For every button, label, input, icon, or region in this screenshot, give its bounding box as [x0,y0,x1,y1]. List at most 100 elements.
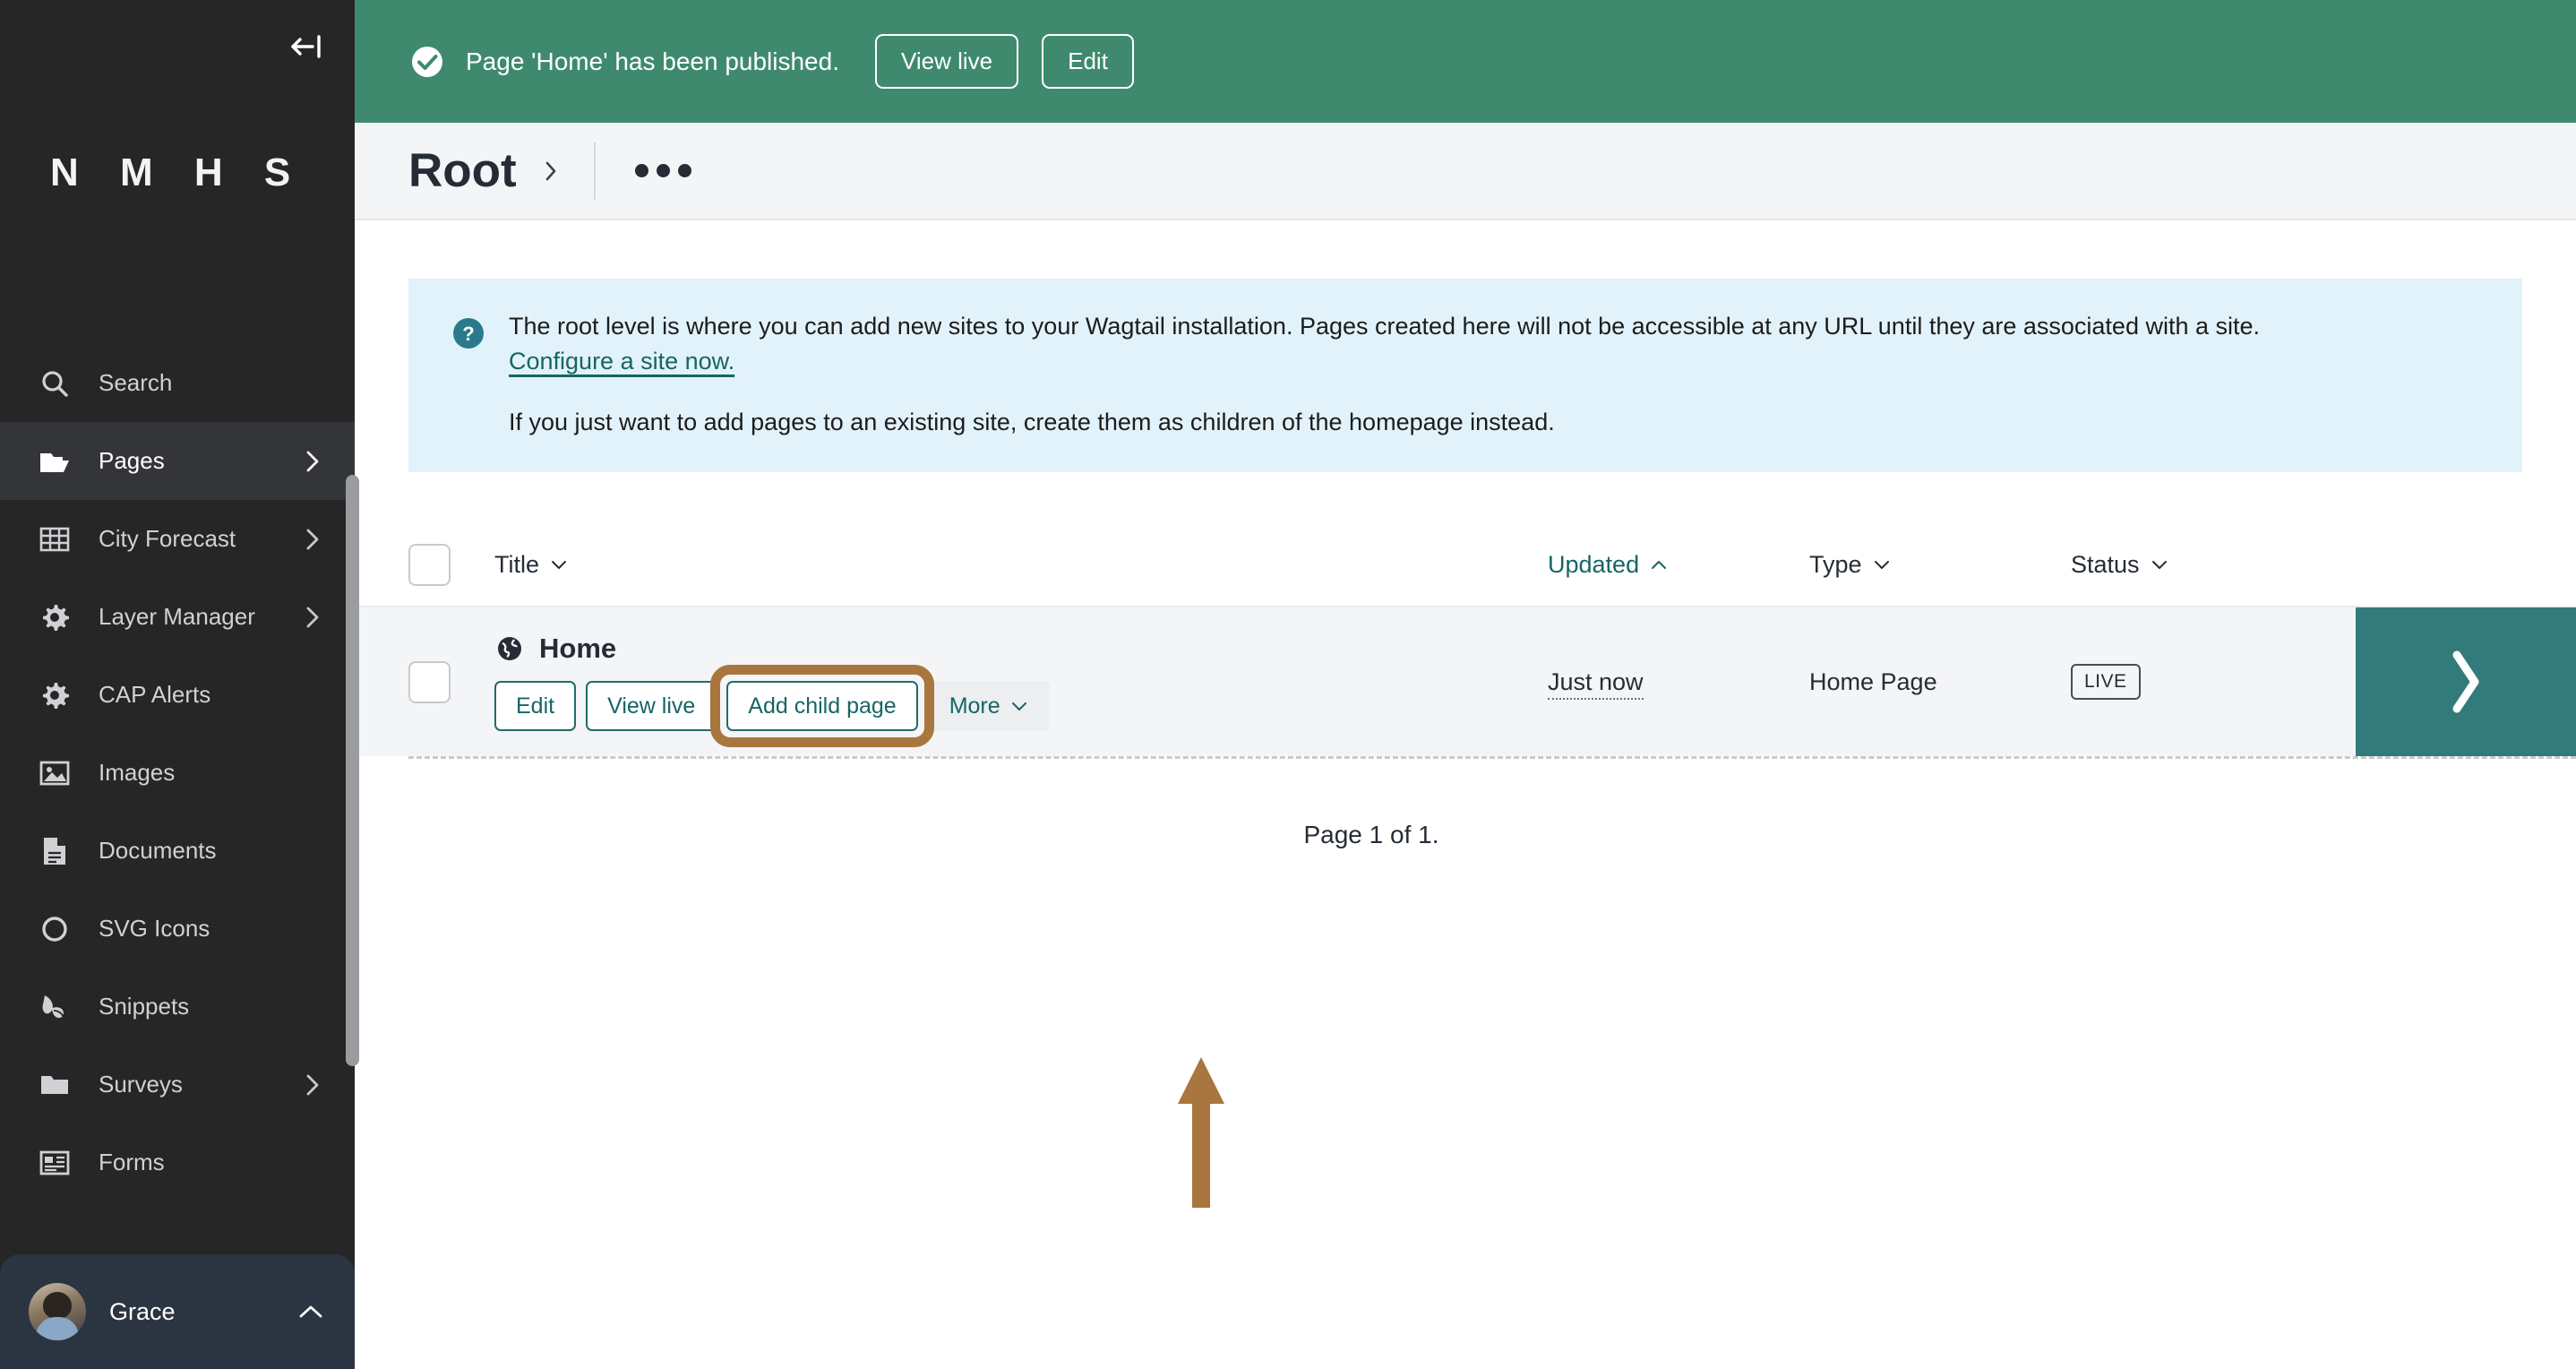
help-body: The root level is where you can add new … [509,309,2481,440]
configure-site-link[interactable]: Configure a site now. [509,348,734,375]
sidebar-nav: Search Pages City Forecast Layer Manager… [0,344,355,1254]
chevron-right-icon [301,528,324,551]
folder-open-icon [36,443,73,480]
updated-value: Just now [1548,667,1644,700]
help-question-icon: ? [450,314,487,352]
column-header-label: Type [1809,551,1862,579]
breadcrumb: Root [408,147,562,194]
chevron-right-icon [2452,650,2479,713]
row-status-cell: LIVE [2071,664,2332,701]
sidebar-header [0,0,355,106]
column-title: Title [494,551,1548,579]
circle-icon [36,910,73,948]
row-select-checkbox[interactable] [408,660,451,703]
collapse-left-icon[interactable] [287,27,326,66]
select-all-cell [408,544,494,587]
sidebar-item-cap-alerts[interactable]: CAP Alerts [0,656,355,734]
sidebar-item-surveys[interactable]: Surveys [0,1046,355,1124]
sidebar-item-documents[interactable]: Documents [0,812,355,890]
table-grid-icon [36,521,73,558]
content-area: ? The root level is where you can add ne… [355,220,2576,1369]
main-content: Page 'Home' has been published. View liv… [355,0,2576,1369]
banner-view-live-button[interactable]: View live [874,34,1019,89]
column-status: Status [2071,551,2332,579]
sort-status-button[interactable]: Status [2071,551,2168,579]
up-arrow-annotation [1178,1057,1224,1208]
more-actions-button[interactable]: More [927,681,1050,732]
sidebar-item-label: Snippets [99,993,190,1020]
view-live-button[interactable]: View live [586,681,717,732]
column-header-label: Status [2071,551,2140,579]
page-title: Root [408,144,517,197]
sidebar-item-label: Images [99,759,176,786]
chevron-up-icon [297,1298,324,1325]
cog-icon [36,598,73,636]
select-all-checkbox[interactable] [408,544,451,587]
user-name: Grace [109,1297,176,1325]
wagtail-admin-page: N M H S Search Pages City Forecast Layer… [0,0,2576,1369]
sidebar-item-label: SVG Icons [99,915,210,942]
sidebar-item-layer-manager[interactable]: Layer Manager [0,578,355,656]
sidebar-item-label: Documents [99,837,217,864]
sort-type-button[interactable]: Type [1809,551,1891,579]
chevron-right-icon [301,450,324,473]
sidebar-item-label: CAP Alerts [99,681,211,708]
sort-title-button[interactable]: Title [494,551,568,579]
sidebar-item-snippets[interactable]: Snippets [0,968,355,1046]
sidebar-item-search[interactable]: Search [0,344,355,422]
view-children-button[interactable] [2356,607,2576,757]
sidebar-item-label: Forms [99,1149,165,1175]
search-icon [36,365,73,402]
listing-header-row: Title Updated Type Status [355,524,2576,608]
user-menu-button[interactable]: Grace [0,1254,355,1369]
sort-updated-button[interactable]: Updated [1548,551,1668,579]
sidebar-item-city-forecast[interactable]: City Forecast [0,500,355,578]
chevron-down-icon [1874,561,1889,570]
column-header-label: Title [494,551,540,579]
sidebar-item-forms[interactable]: Forms [0,1124,355,1201]
sidebar-item-label: City Forecast [99,525,236,552]
success-banner: Page 'Home' has been published. View liv… [355,0,2576,123]
row-select-cell [408,660,494,703]
chevron-right-icon[interactable] [540,160,562,182]
sidebar-item-images[interactable]: Images [0,734,355,812]
header-divider [593,142,596,200]
add-child-page-button[interactable]: Add child page [726,681,918,732]
row-updated-cell: Just now [1548,667,1809,700]
globe-site-icon [494,633,525,664]
chevron-down-icon [552,561,567,570]
add-child-page-highlight: Add child page [710,665,934,748]
chevron-up-icon [1652,561,1667,570]
success-check-icon [408,43,446,81]
column-updated: Updated [1548,551,1809,579]
column-type: Type [1809,551,2071,579]
page-name[interactable]: Home [539,633,616,665]
folder-icon [36,1066,73,1104]
chevron-right-icon [301,606,324,629]
edit-button[interactable]: Edit [494,681,577,732]
table-row: Home Edit View live Add child page More … [355,607,2576,757]
sidebar-item-pages[interactable]: Pages [0,422,355,500]
image-icon [36,754,73,792]
page-listing: Title Updated Type Status Home Edit View… [355,524,2576,849]
sidebar-scrollbar[interactable] [346,475,359,1066]
cog-icon [36,676,73,714]
help-text-line-1: The root level is where you can add new … [509,313,2261,340]
avatar [29,1283,86,1340]
more-options-icon[interactable] [626,151,700,190]
row-title-cell: Home Edit View live Add child page More [494,633,1548,748]
banner-edit-button[interactable]: Edit [1042,34,1134,89]
more-actions-label: More [949,693,1000,719]
brand-text: N M H S [50,151,306,194]
sidebar-item-label: Layer Manager [99,603,255,630]
form-icon [36,1144,73,1182]
document-icon [36,832,73,870]
sidebar: N M H S Search Pages City Forecast Layer… [0,0,359,1369]
status-badge[interactable]: LIVE [2071,664,2141,701]
row-actions: Edit View live Add child page More [494,665,1548,748]
sidebar-item-label: Search [99,369,173,396]
banner-message: Page 'Home' has been published. [466,47,839,75]
svg-text:?: ? [462,323,474,345]
sidebar-item-svg-icons[interactable]: SVG Icons [0,890,355,968]
brand-logo[interactable]: N M H S [0,106,355,240]
